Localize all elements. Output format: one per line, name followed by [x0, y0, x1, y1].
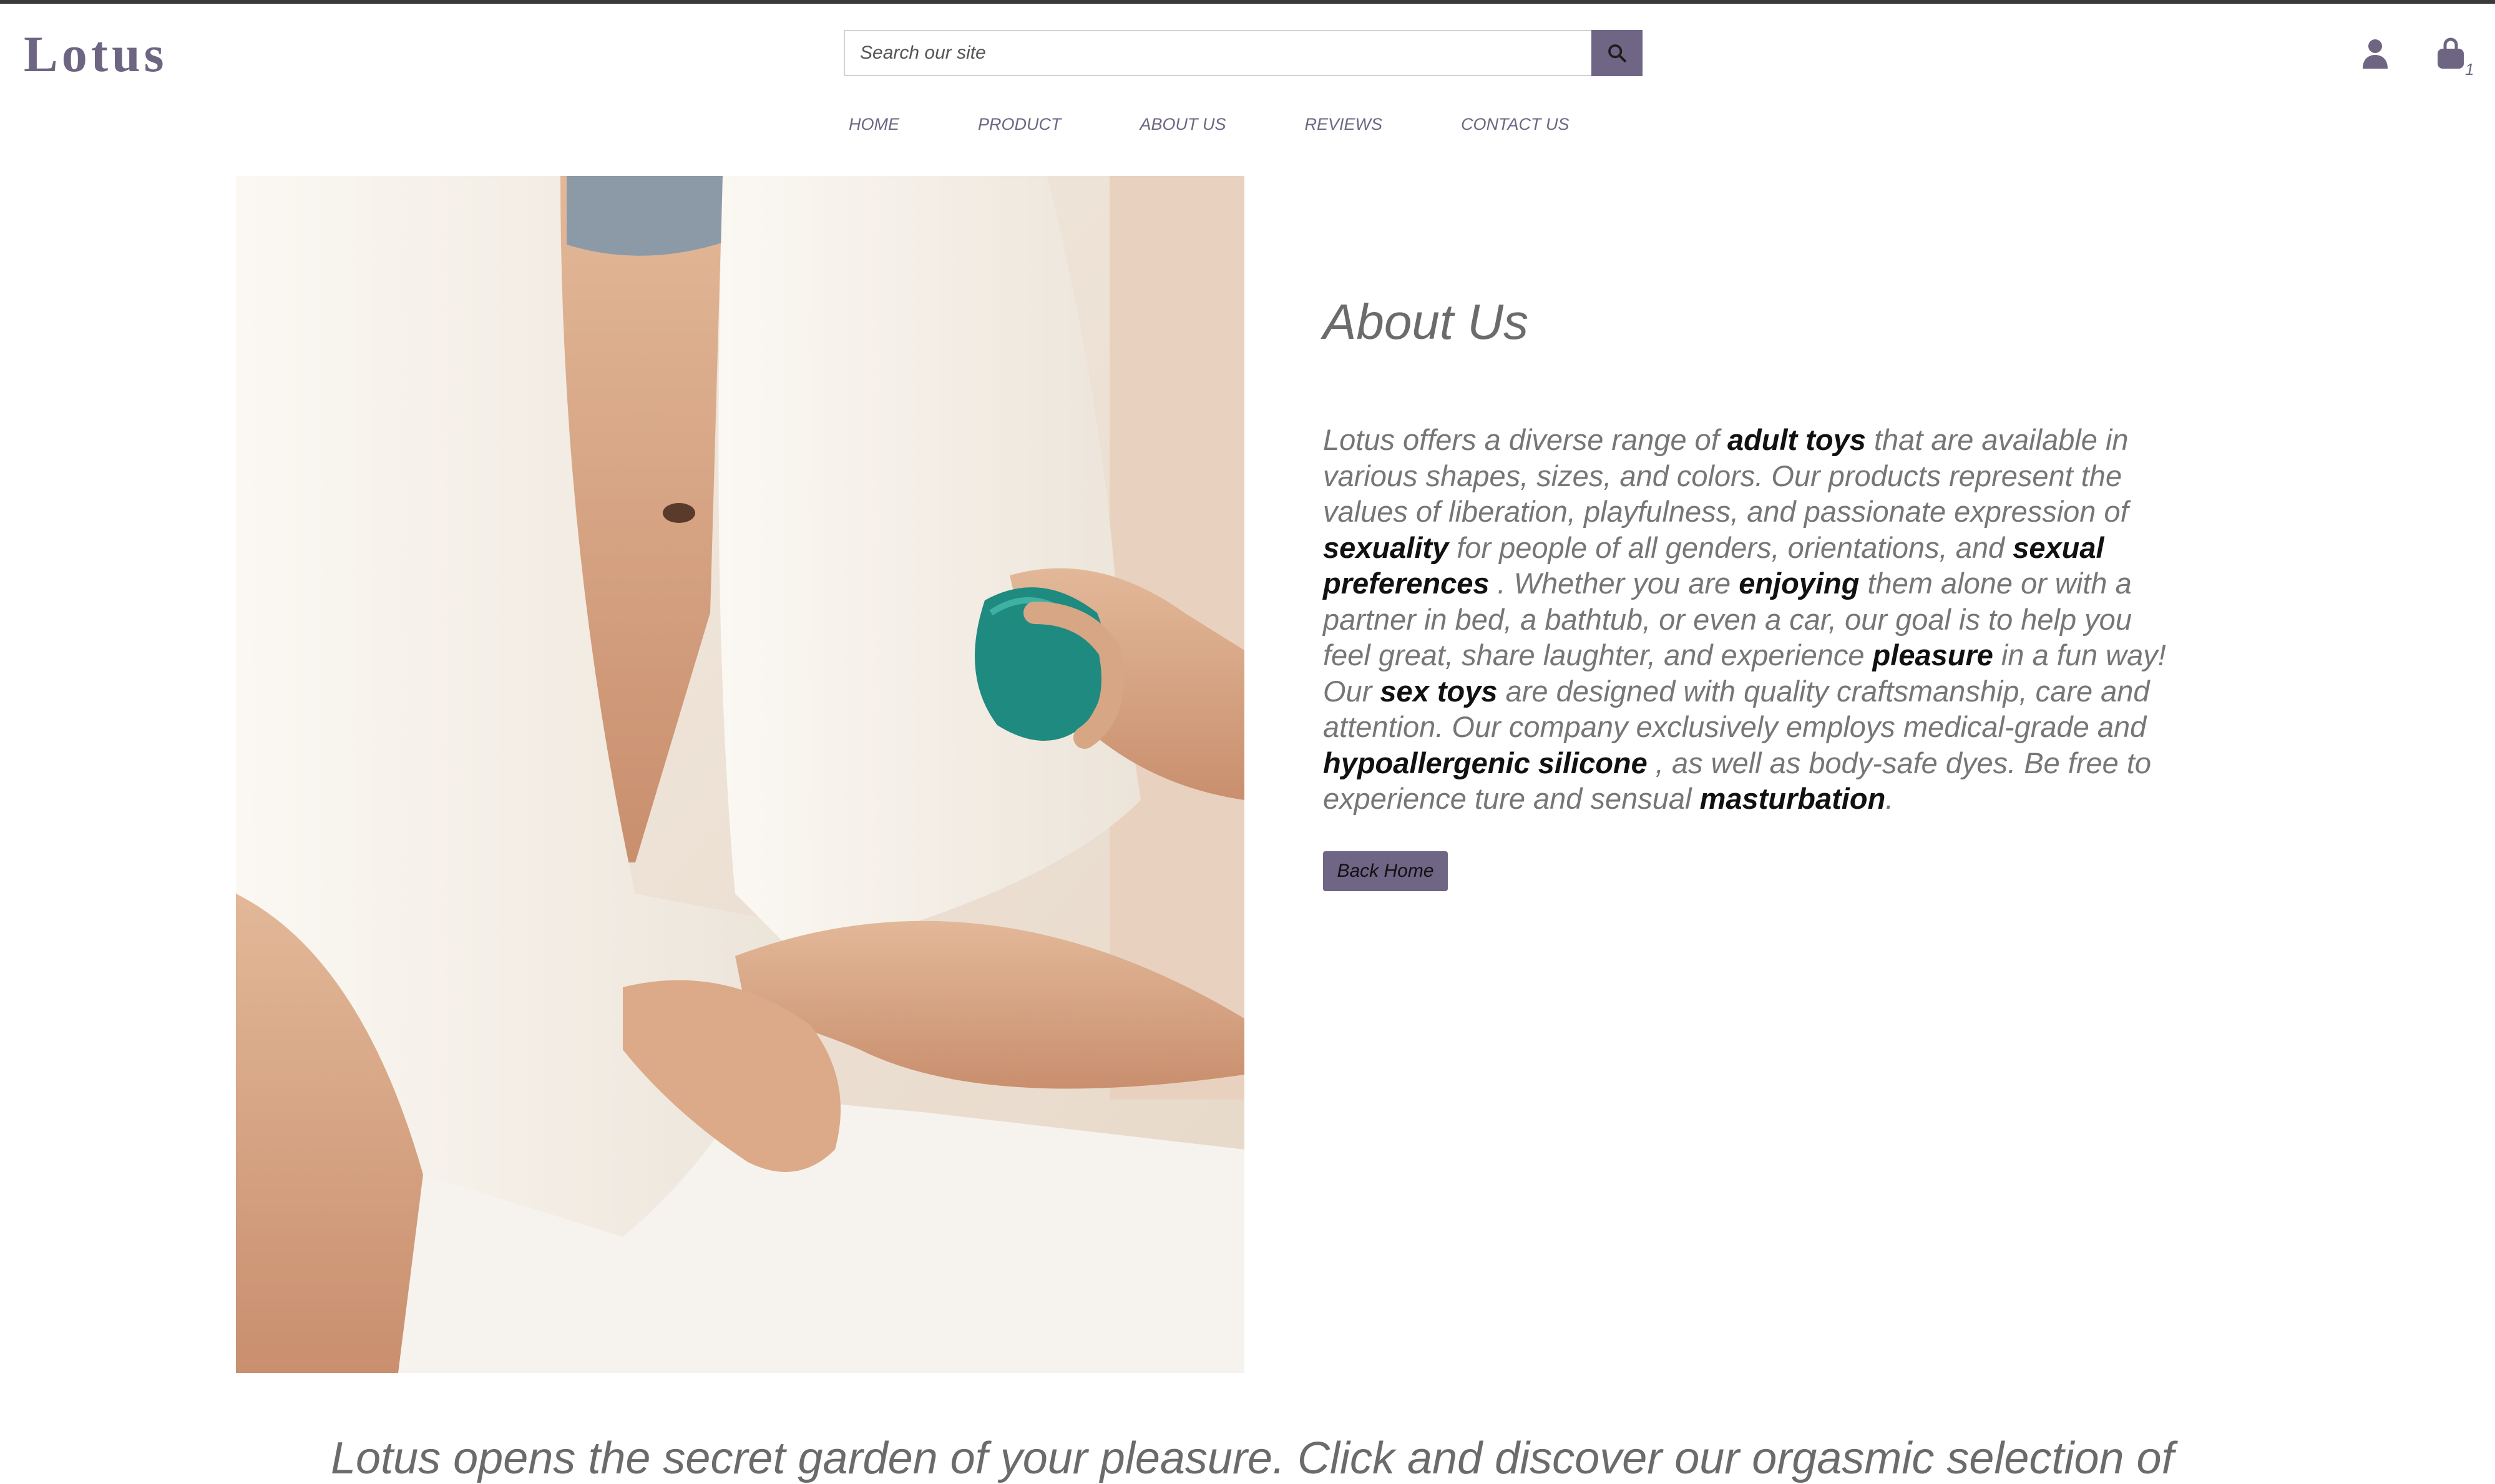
about-text-segment: for people of all genders, orientations,… — [1448, 530, 2013, 564]
nav-contact-us[interactable]: CONTACT US — [1461, 115, 1570, 134]
keyword-link[interactable]: enjoying — [1739, 567, 1859, 600]
site-logo[interactable]: Lotus — [24, 25, 168, 84]
keyword-link[interactable]: sexuality — [1323, 531, 1448, 564]
account-icon[interactable] — [2361, 37, 2389, 70]
about-title: About Us — [1323, 294, 1529, 349]
tagline: Lotus opens the secret garden of your pl… — [331, 1433, 2174, 1483]
cart-icon[interactable] — [2436, 37, 2465, 70]
nav-reviews[interactable]: REVIEWS — [1305, 115, 1383, 134]
main-nav: HOME PRODUCT ABOUT US REVIEWS CONTACT US — [849, 115, 1570, 134]
about-text-segment: Lotus offers a diverse range of — [1323, 423, 1727, 456]
keyword-link[interactable]: hypoallergenic silicone — [1323, 746, 1648, 779]
nav-product[interactable]: PRODUCT — [978, 115, 1062, 134]
cart-count-badge: 1 — [2465, 60, 2474, 79]
search-bar — [844, 30, 1643, 76]
back-home-button[interactable]: Back Home — [1323, 851, 1448, 891]
about-text-segment: . — [1885, 782, 1894, 815]
keyword-link[interactable]: sex toys — [1380, 675, 1497, 708]
nav-home[interactable]: HOME — [849, 115, 899, 134]
about-text-segment: . Whether you are — [1489, 567, 1739, 600]
nav-about-us[interactable]: ABOUT US — [1140, 115, 1226, 134]
about-description: Lotus offers a diverse range of adult to… — [1323, 422, 2172, 817]
hero-photo — [236, 176, 1244, 1373]
keyword-link[interactable]: adult toys — [1727, 423, 1866, 456]
top-border — [0, 0, 2495, 4]
keyword-link[interactable]: pleasure — [1873, 638, 1993, 671]
keyword-link[interactable]: masturbation — [1700, 782, 1886, 815]
search-input[interactable] — [844, 30, 1591, 76]
search-icon — [1608, 44, 1626, 62]
search-button[interactable] — [1591, 30, 1643, 76]
